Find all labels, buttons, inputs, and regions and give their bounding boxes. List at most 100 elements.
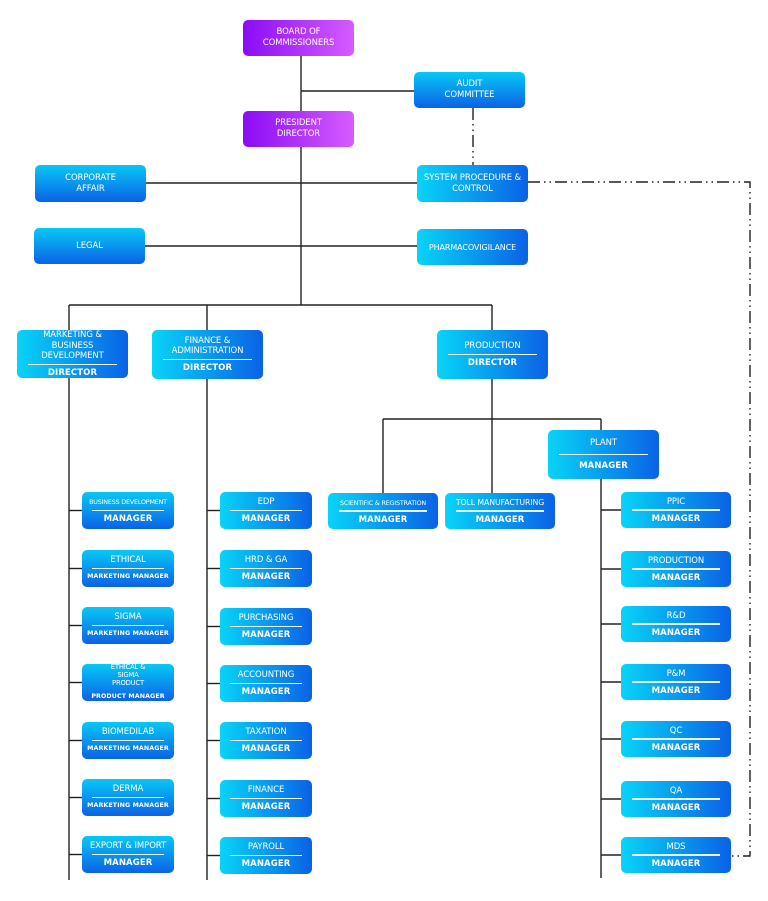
director-box-production: PRODUCTION DIRECTOR: [437, 330, 548, 379]
unit-label: PRODUCTION: [647, 555, 705, 566]
unit-label: BUSINESS DEVELOPMENT: [89, 498, 167, 506]
role-label: MANAGER: [651, 627, 701, 638]
divider: [448, 353, 537, 355]
audit-label: AUDIT COMMITTEE: [444, 79, 495, 100]
divider: [559, 453, 648, 455]
unit-box: ETHICAL & SIGMA PRODUCT PRODUCT MANAGER: [82, 663, 174, 701]
unit-box: EDP MANAGER: [220, 492, 312, 529]
role-label: MANAGER: [241, 859, 291, 869]
role-label: MANAGER: [651, 685, 701, 696]
unit-box-toll-manufacturing: TOLL MANUFACTURING MANAGER: [445, 493, 555, 529]
unit-label: TAXATION: [245, 727, 287, 737]
unit-box: TAXATION MANAGER: [220, 722, 312, 759]
unit-label: TOLL MANUFACTURING: [455, 497, 545, 507]
role-label: MARKETING MANAGER: [87, 745, 169, 752]
divider: [229, 567, 303, 569]
director-role-label: DIRECTOR: [467, 358, 518, 368]
unit-label: PPIC: [666, 496, 686, 507]
unit-label: PURCHASING: [238, 613, 294, 623]
director-box-finance: FINANCE & ADMINISTRATION DIRECTOR: [152, 330, 263, 379]
divider: [229, 797, 303, 799]
unit-label: PAYROLL: [247, 842, 285, 852]
role-label: MANAGER: [651, 858, 701, 869]
audit-committee-box: AUDIT COMMITTEE: [414, 72, 525, 108]
role-label: PRODUCT MANAGER: [91, 693, 165, 700]
divider: [91, 509, 165, 511]
corporate-affair-box: CORPORATE AFFAIR: [35, 165, 146, 202]
director-unit-label: FINANCE & ADMINISTRATION: [171, 335, 244, 357]
divider: [28, 363, 117, 365]
unit-box: PURCHASING MANAGER: [220, 608, 312, 645]
unit-label: SIGMA: [114, 612, 142, 622]
role-label: MANAGER: [241, 630, 291, 640]
role-label: MANAGER: [103, 514, 153, 524]
system-procedure-label: SYSTEM PROCEDURE & CONTROL: [423, 172, 522, 194]
unit-label: P&M: [666, 668, 686, 679]
unit-box: PAYROLL MANAGER: [220, 837, 312, 874]
director-role-label: DIRECTOR: [47, 368, 98, 378]
pharmacovigilance-box: PHARMACOVIGILANCE: [417, 229, 528, 265]
divider: [456, 510, 544, 512]
divider: [91, 853, 165, 855]
unit-label: EXPORT & IMPORT: [89, 841, 167, 851]
divider: [229, 854, 303, 856]
divider: [632, 568, 720, 570]
divider: [163, 358, 252, 361]
unit-label: R&D: [666, 610, 686, 621]
role-label: MANAGER: [579, 461, 628, 471]
divider: [339, 510, 427, 512]
role-label: MANAGER: [651, 513, 701, 524]
president-director-box: PRESIDENT DIRECTOR: [243, 111, 354, 147]
divider: [632, 623, 720, 625]
director-box-marketing: MARKETING & BUSINESS DEVELOPMENT DIRECTO…: [17, 330, 128, 378]
unit-box: SIGMA MARKETING MANAGER: [82, 607, 174, 644]
unit-box: BUSINESS DEVELOPMENT MANAGER: [82, 492, 174, 529]
role-label: MANAGER: [241, 744, 291, 754]
role-label: MARKETING MANAGER: [87, 630, 169, 637]
divider: [229, 509, 303, 511]
role-label: MANAGER: [241, 514, 291, 524]
director-unit-label: PRODUCTION: [464, 341, 521, 351]
role-label: MANAGER: [103, 858, 153, 868]
legal-label: LEGAL: [76, 240, 103, 251]
pharmacovigilance-label: PHARMACOVIGILANCE: [428, 242, 517, 252]
divider: [632, 681, 720, 683]
divider: [229, 625, 303, 627]
unit-box: QC MANAGER: [621, 721, 731, 757]
role-label: MANAGER: [651, 802, 701, 813]
role-label: MANAGER: [651, 572, 701, 583]
corporate-affair-label: CORPORATE AFFAIR: [65, 172, 116, 194]
divider: [91, 739, 165, 741]
director-role-label: DIRECTOR: [182, 363, 233, 374]
role-label: MANAGER: [241, 687, 291, 697]
legal-box: LEGAL: [34, 228, 145, 264]
unit-box: P&M MANAGER: [621, 664, 731, 700]
unit-label: MDS: [666, 841, 686, 852]
role-label: MANAGER: [651, 742, 701, 753]
unit-label: SCIENTIFIC & REGISTRATION: [339, 498, 426, 507]
unit-box: ETHICAL MARKETING MANAGER: [82, 550, 174, 587]
unit-box: QA MANAGER: [621, 781, 731, 817]
role-label: MANAGER: [358, 514, 408, 525]
role-label: MARKETING MANAGER: [87, 573, 169, 580]
unit-box: PPIC MANAGER: [621, 492, 731, 528]
divider: [632, 509, 720, 511]
unit-label: QA: [669, 785, 683, 796]
unit-box: ACCOUNTING MANAGER: [220, 665, 312, 702]
unit-label: QC: [669, 725, 683, 736]
role-label: MANAGER: [241, 572, 291, 582]
unit-box: R&D MANAGER: [621, 606, 731, 642]
director-unit-label: MARKETING & BUSINESS DEVELOPMENT: [41, 330, 104, 361]
divider: [91, 796, 165, 798]
unit-box-scientific-registration: SCIENTIFIC & REGISTRATION MANAGER: [328, 493, 438, 529]
unit-label: ETHICAL & SIGMA PRODUCT: [110, 663, 146, 687]
unit-label: FINANCE: [247, 785, 285, 795]
divider: [229, 682, 303, 684]
unit-label: ETHICAL: [110, 555, 146, 565]
unit-box: FINANCE MANAGER: [220, 780, 312, 817]
board-label: BOARD OF COMMISSIONERS: [262, 27, 335, 48]
divider: [632, 738, 720, 740]
unit-label: BIOMEDILAB: [101, 727, 155, 737]
unit-box: BIOMEDILAB MARKETING MANAGER: [82, 722, 174, 759]
board-of-commissioners-box: BOARD OF COMMISSIONERS: [243, 20, 354, 56]
